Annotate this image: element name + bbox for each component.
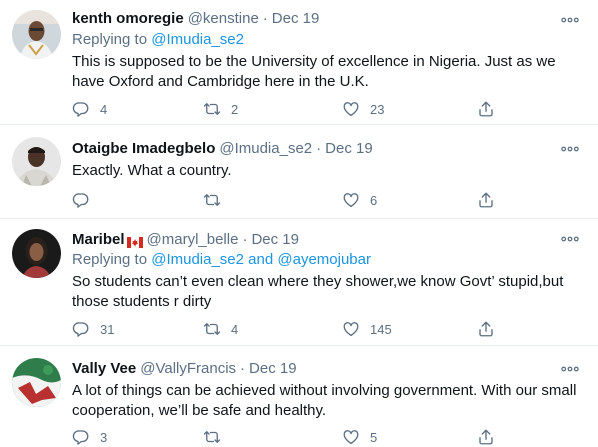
share-button[interactable] — [477, 190, 495, 210]
like-count: 5 — [370, 429, 378, 445]
replying-to-link[interactable]: @Imudia_se2 — [151, 251, 244, 268]
avatar[interactable] — [12, 358, 61, 407]
tweet-date[interactable]: Dec 19 — [272, 10, 320, 27]
reply-icon — [72, 100, 90, 118]
replying-to: Replying to @Imudia_se2 and @ayemojubar — [72, 251, 371, 268]
reply-icon — [72, 320, 90, 338]
tweet-actions: 6 — [72, 190, 502, 210]
heart-icon — [342, 320, 360, 338]
reply-icon — [72, 428, 90, 446]
reply-button[interactable]: 4 — [72, 99, 107, 119]
replying-to-prefix: Replying to — [72, 31, 152, 48]
tweet-item[interactable]: kenth omoregie @kenstine · Dec 19 Replyi… — [0, 0, 598, 125]
reply-count: 31 — [100, 321, 115, 337]
more-options-icon[interactable] — [560, 10, 580, 30]
more-options-icon[interactable] — [560, 139, 580, 159]
tweet-item[interactable]: Otaigbe Imadegbelo @Imudia_se2 · Dec 19 … — [0, 125, 598, 219]
retweet-icon — [203, 428, 221, 446]
share-icon — [477, 100, 495, 118]
author-name[interactable]: Otaigbe Imadegbelo — [72, 140, 215, 157]
tweet-header: Otaigbe Imadegbelo @Imudia_se2 · Dec 19 — [72, 138, 373, 158]
more-options-icon[interactable] — [560, 229, 580, 249]
author-name[interactable]: kenth omoregie — [72, 10, 184, 27]
reply-count: 3 — [100, 429, 108, 445]
replying-to-link[interactable]: @Imudia_se2 — [151, 31, 244, 48]
author-name[interactable]: Maribel — [72, 231, 125, 248]
replying-to-link-2[interactable]: @ayemojubar — [277, 251, 371, 268]
tweet-item[interactable]: Maribel @maryl_belle · Dec 19 Replying t… — [0, 219, 598, 346]
tweet-text: Exactly. What a country. — [72, 162, 232, 179]
tweet-actions: 31 4 145 — [72, 319, 502, 339]
tweet-text: A lot of things can be achieved without … — [72, 382, 577, 419]
retweet-icon — [203, 191, 221, 209]
separator: · — [316, 139, 322, 157]
separator: · — [242, 230, 248, 248]
share-icon — [477, 191, 495, 209]
tweet-date[interactable]: Dec 19 — [249, 360, 297, 377]
retweet-count: 4 — [231, 321, 239, 337]
author-handle[interactable]: @VallyFrancis — [140, 360, 236, 377]
share-icon — [477, 320, 495, 338]
author-handle[interactable]: @maryl_belle — [147, 231, 239, 248]
reply-button[interactable]: 3 — [72, 427, 107, 447]
author-handle[interactable]: @kenstine — [188, 10, 259, 27]
canada-flag-icon — [126, 235, 143, 248]
like-count: 23 — [370, 101, 385, 117]
tweet-text: This is supposed to be the University of… — [72, 53, 556, 90]
reply-button[interactable] — [72, 190, 100, 210]
separator: · — [240, 359, 246, 377]
author-handle[interactable]: @Imudia_se2 — [219, 140, 312, 157]
like-button[interactable]: 5 — [342, 427, 377, 447]
tweet-actions: 3 5 — [72, 427, 502, 447]
tweet-date[interactable]: Dec 19 — [251, 231, 299, 248]
tweet-header: Vally Vee @VallyFrancis · Dec 19 — [72, 358, 297, 378]
avatar[interactable] — [12, 229, 61, 278]
share-icon — [477, 428, 495, 446]
tweet-actions: 4 2 23 — [72, 99, 502, 119]
retweet-icon — [203, 320, 221, 338]
reply-button[interactable]: 31 — [72, 319, 114, 339]
avatar[interactable] — [12, 137, 61, 186]
retweet-count: 2 — [231, 101, 239, 117]
like-button[interactable]: 6 — [342, 190, 377, 210]
tweet-item[interactable]: Vally Vee @VallyFrancis · Dec 19 A lot o… — [0, 346, 598, 447]
tweet-header: Maribel @maryl_belle · Dec 19 — [72, 229, 299, 249]
tweet-header: kenth omoregie @kenstine · Dec 19 — [72, 8, 319, 28]
tweet-text: So students can’t even clean where they … — [72, 273, 564, 310]
retweet-button[interactable] — [203, 427, 231, 447]
like-count: 145 — [370, 321, 392, 337]
share-button[interactable] — [477, 427, 495, 447]
heart-icon — [342, 100, 360, 118]
like-button[interactable]: 145 — [342, 319, 392, 339]
retweet-button[interactable]: 4 — [203, 319, 238, 339]
more-options-icon[interactable] — [560, 359, 580, 379]
share-button[interactable] — [477, 319, 495, 339]
heart-icon — [342, 191, 360, 209]
replying-to-prefix: Replying to — [72, 251, 152, 268]
share-button[interactable] — [477, 99, 495, 119]
reply-count: 4 — [100, 101, 108, 117]
retweet-button[interactable] — [203, 190, 231, 210]
replying-to: Replying to @Imudia_se2 — [72, 31, 244, 48]
author-name[interactable]: Vally Vee — [72, 360, 136, 377]
like-count: 6 — [370, 192, 378, 208]
like-button[interactable]: 23 — [342, 99, 384, 119]
tweet-date[interactable]: Dec 19 — [325, 140, 373, 157]
heart-icon — [342, 428, 360, 446]
retweet-button[interactable]: 2 — [203, 99, 238, 119]
reply-icon — [72, 191, 90, 209]
avatar[interactable] — [12, 10, 61, 59]
replying-to-and[interactable]: and — [244, 251, 277, 268]
separator: · — [262, 9, 268, 27]
retweet-icon — [203, 100, 221, 118]
